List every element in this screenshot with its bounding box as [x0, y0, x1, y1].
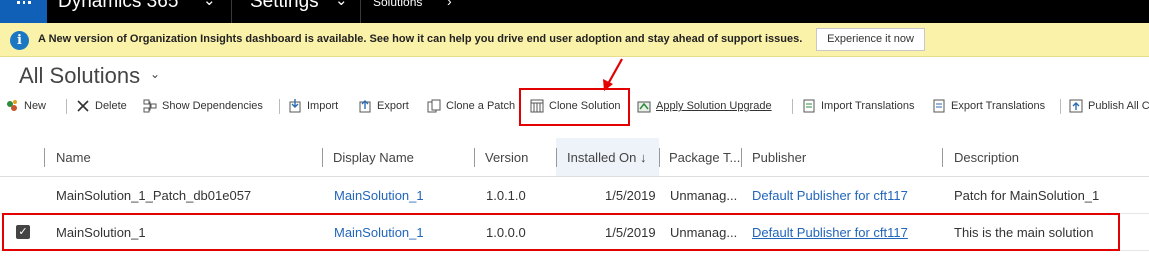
row-description: Patch for MainSolution_1: [954, 188, 1100, 203]
row-display-name-link[interactable]: MainSolution_1: [334, 177, 424, 214]
column-header-publisher[interactable]: Publisher: [752, 138, 806, 177]
column-header-installed-on[interactable]: Installed On ↓: [567, 138, 647, 177]
installed-on-label: Installed On: [567, 150, 637, 165]
row-publisher-link[interactable]: Default Publisher for cft117: [752, 177, 908, 214]
column-divider: [556, 148, 557, 167]
column-header-description[interactable]: Description: [954, 138, 1019, 177]
column-divider: [322, 148, 323, 167]
column-divider: [474, 148, 475, 167]
column-divider: [741, 148, 742, 167]
row-installed-on: 1/5/2019: [605, 188, 656, 203]
table-row[interactable]: MainSolution_1_Patch_db01e057 MainSoluti…: [0, 177, 1149, 214]
row-name[interactable]: MainSolution_1_Patch_db01e057: [56, 177, 251, 214]
column-divider: [44, 148, 45, 167]
column-header-name[interactable]: Name: [56, 138, 91, 177]
column-header-package-type[interactable]: Package T...: [669, 138, 740, 177]
column-header-display-name[interactable]: Display Name: [333, 138, 414, 177]
selected-row-highlight-box: [2, 213, 1120, 251]
row-package-type: Unmanag...: [670, 188, 738, 203]
row-version: 1.0.1.0: [486, 188, 526, 203]
column-header-version[interactable]: Version: [485, 138, 528, 177]
grid-header: Name Display Name Version Installed On ↓…: [0, 138, 1149, 177]
column-divider: [659, 148, 660, 167]
column-divider: [942, 148, 943, 167]
sort-descending-icon: ↓: [640, 150, 647, 165]
